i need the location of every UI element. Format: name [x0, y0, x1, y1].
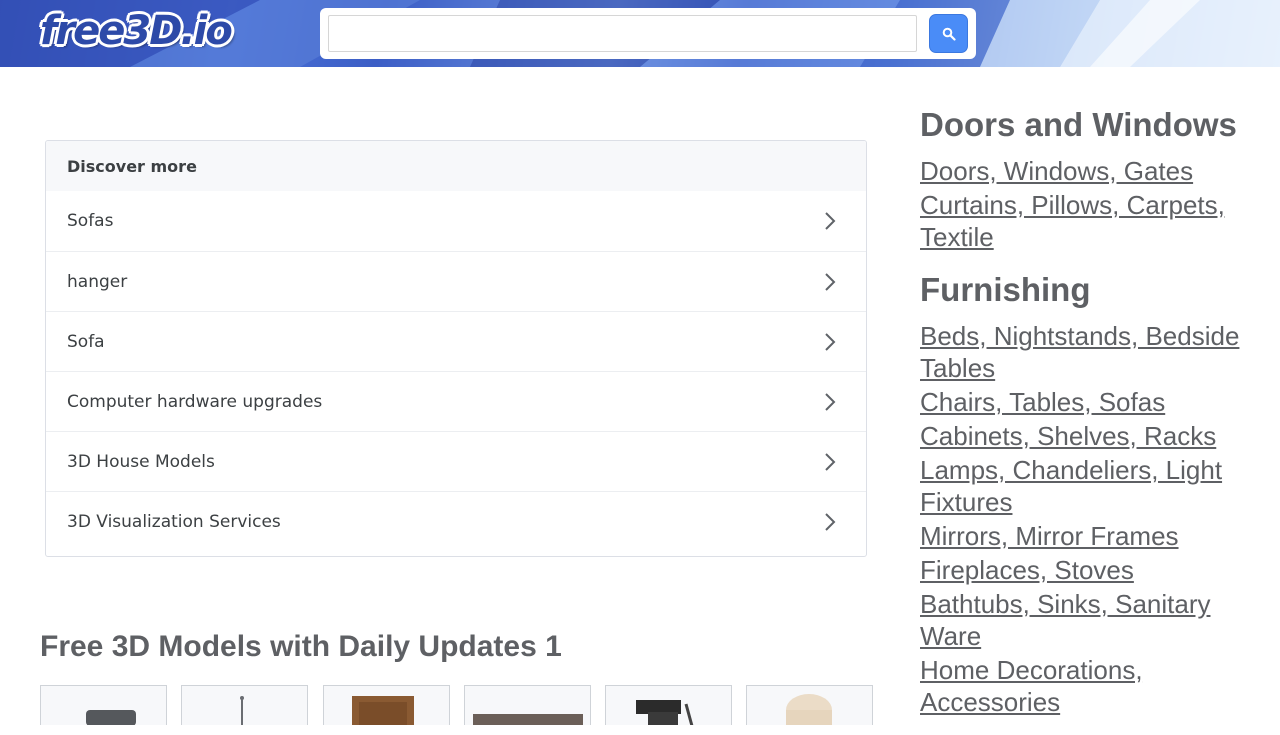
- model-thumbnail[interactable]: [323, 685, 450, 725]
- category-link[interactable]: Beds, Nightstands, Bedside Tables: [920, 320, 1260, 384]
- category-link[interactable]: Cabinets, Shelves, Racks: [920, 420, 1260, 452]
- discover-item-label: Sofa: [67, 331, 105, 352]
- section-title: Free 3D Models with Daily Updates 1: [40, 630, 562, 663]
- chevron-right-icon: [825, 332, 836, 351]
- category-link[interactable]: Doors, Windows, Gates: [920, 155, 1260, 187]
- category-link[interactable]: Fireplaces, Stoves: [920, 554, 1260, 586]
- model-thumbnail[interactable]: [464, 685, 591, 725]
- discover-item[interactable]: Sofas: [46, 191, 866, 251]
- category-title: Doors and Windows: [920, 106, 1237, 143]
- category-link[interactable]: Curtains, Pillows, Carpets, Textile: [920, 189, 1260, 253]
- site-logo[interactable]: free3D.io: [40, 6, 233, 56]
- discover-more-title: Discover more: [46, 141, 866, 191]
- discover-item[interactable]: Sofa: [46, 311, 866, 371]
- search-input[interactable]: [328, 15, 917, 52]
- discover-more-list: Sofas hanger Sofa Computer hardware upgrade…: [46, 191, 866, 551]
- category-link[interactable]: Lamps, Chandeliers, Light Fixtures: [920, 454, 1260, 518]
- discover-item-label: Computer hardware upgrades: [67, 391, 323, 412]
- chevron-right-icon: [825, 392, 836, 411]
- chevron-right-icon: [825, 512, 836, 531]
- search-bar: [320, 8, 976, 59]
- model-thumbnail[interactable]: [181, 685, 308, 725]
- discover-item[interactable]: Computer hardware upgrades: [46, 371, 866, 431]
- search-button[interactable]: [929, 14, 968, 53]
- model-preview-image: [786, 694, 832, 725]
- category-link[interactable]: Chairs, Tables, Sofas: [920, 386, 1260, 418]
- model-preview-image: [86, 710, 136, 725]
- chevron-right-icon: [825, 212, 836, 230]
- discover-item-label: Sofas: [67, 211, 114, 231]
- category-group: Furnishing Beds, Nightstands, Bedside Tab…: [920, 270, 1260, 718]
- discover-item-label: 3D Visualization Services: [67, 511, 281, 532]
- discover-more-panel: Discover more Sofas hanger Sofa Computer ha…: [45, 140, 867, 557]
- model-preview-image: [352, 696, 414, 725]
- site-header: free3D.io: [0, 0, 1280, 67]
- search-icon: [942, 27, 956, 41]
- category-link[interactable]: Mirrors, Mirror Frames: [920, 520, 1260, 552]
- model-preview-image: [636, 700, 694, 725]
- discover-item-label: 3D House Models: [67, 451, 215, 472]
- chevron-right-icon: [825, 452, 836, 471]
- category-group: Doors and Windows Doors, Windows, Gates Cu…: [920, 105, 1260, 253]
- discover-item[interactable]: 3D Visualization Services: [46, 491, 866, 551]
- model-preview-image: [473, 714, 583, 725]
- category-sidebar: Doors and Windows Doors, Windows, Gates Cu…: [920, 105, 1260, 735]
- discover-item-label: hanger: [67, 271, 128, 292]
- category-title: Furnishing: [920, 271, 1091, 308]
- discover-item[interactable]: 3D House Models: [46, 431, 866, 491]
- category-link[interactable]: Home Decorations, Accessories: [920, 654, 1260, 718]
- model-preview-image: [240, 696, 244, 725]
- category-link[interactable]: Bathtubs, Sinks, Sanitary Ware: [920, 588, 1260, 652]
- model-thumbnail[interactable]: [40, 685, 167, 725]
- discover-item[interactable]: hanger: [46, 251, 866, 311]
- model-thumbnail[interactable]: [746, 685, 873, 725]
- chevron-right-icon: [825, 272, 836, 291]
- model-thumbnail[interactable]: [605, 685, 732, 725]
